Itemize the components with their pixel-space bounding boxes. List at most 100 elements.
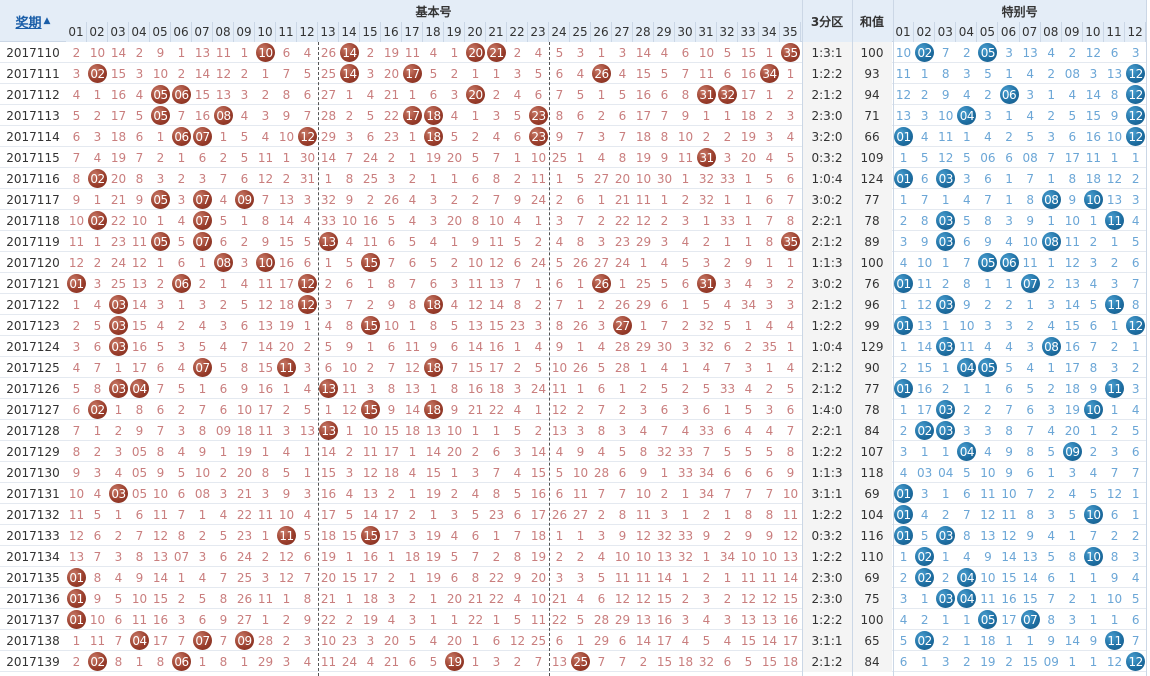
issue-number[interactable]: 2017136 xyxy=(0,588,66,609)
issue-number[interactable]: 2017121 xyxy=(0,273,66,294)
issue-sort-header[interactable]: 奖期 ▲ xyxy=(0,0,66,42)
basic-omission-count: 9 xyxy=(345,339,354,354)
basic-omission-count: 6 xyxy=(177,255,186,270)
basic-omission-count: 14 xyxy=(782,570,799,585)
issue-number[interactable]: 2017138 xyxy=(0,630,66,651)
basic-omission-count: 2 xyxy=(387,486,396,501)
basic-omission-count: 16 xyxy=(362,549,379,564)
basic-omission-count: 17 xyxy=(320,507,337,522)
issue-number[interactable]: 2017139 xyxy=(0,651,66,672)
basic-omission-count: 8 xyxy=(135,171,144,186)
issue-number[interactable]: 2017125 xyxy=(0,357,66,378)
basic-number-hit: 03 xyxy=(108,294,129,315)
special-omission-count: 13 xyxy=(1106,66,1123,81)
special-number-hit: 04 xyxy=(956,441,977,462)
issue-number[interactable]: 2017110 xyxy=(0,42,66,63)
basic-omission-count: 8 xyxy=(513,549,522,564)
issue-number[interactable]: 2017128 xyxy=(0,420,66,441)
basic-omission-count: 15 xyxy=(320,465,337,480)
issue-number[interactable]: 2017129 xyxy=(0,441,66,462)
basic-omission-count: 1 xyxy=(93,423,102,438)
special-omission-count: 13 xyxy=(980,528,996,543)
issue-number[interactable]: 2017116 xyxy=(0,168,66,189)
issue-number[interactable]: 2017118 xyxy=(0,210,66,231)
basic-omission-count: 8 xyxy=(219,591,228,606)
basic-omission-count: 5 xyxy=(555,45,564,60)
basic-omission-count: 7 xyxy=(345,297,354,312)
basic-number-header: 05 xyxy=(150,22,171,42)
basic-omission-count: 6 xyxy=(534,87,543,102)
basic-omission-count: 1 xyxy=(723,570,732,585)
special-number-hit: 02 xyxy=(914,42,935,63)
special-number-header: 12 xyxy=(1125,22,1147,42)
sort-ascending-icon[interactable]: ▲ xyxy=(44,16,51,26)
basic-omission-count: 15 xyxy=(341,570,358,585)
issue-number[interactable]: 2017123 xyxy=(0,315,66,336)
basic-omission-count: 8 xyxy=(156,444,165,459)
issue-header-label[interactable]: 奖期 xyxy=(16,12,42,31)
issue-number[interactable]: 2017133 xyxy=(0,525,66,546)
special-omission-count: 3 xyxy=(920,108,929,123)
issue-number[interactable]: 2017111 xyxy=(0,63,66,84)
basic-number-hit: 05 xyxy=(150,231,171,252)
issue-number[interactable]: 2017115 xyxy=(0,147,66,168)
special-omission-count: 1 xyxy=(963,633,971,648)
special-omission-count: 2 xyxy=(1047,66,1056,81)
basic-omission-count: 11 xyxy=(635,192,652,207)
blue-ball: 01 xyxy=(894,526,914,545)
basic-omission-count: 33 xyxy=(719,381,736,396)
issue-number[interactable]: 2017135 xyxy=(0,567,66,588)
basic-omission-count: 7 xyxy=(618,654,627,669)
issue-number[interactable]: 2017137 xyxy=(0,609,66,630)
issue-number[interactable]: 2017119 xyxy=(0,231,66,252)
column-separator xyxy=(802,0,803,676)
basic-omission-count: 12 xyxy=(635,591,652,606)
basic-omission-count: 3 xyxy=(555,570,564,585)
basic-omission-count: 9 xyxy=(450,402,459,417)
issue-number[interactable]: 2017127 xyxy=(0,399,66,420)
issue-number[interactable]: 2017113 xyxy=(0,105,66,126)
issue-number[interactable]: 2017131 xyxy=(0,483,66,504)
issue-number[interactable]: 2017126 xyxy=(0,378,66,399)
special-omission-count: 9 xyxy=(1068,192,1077,207)
issue-number[interactable]: 2017122 xyxy=(0,294,66,315)
issue-number[interactable]: 2017120 xyxy=(0,252,66,273)
basic-omission-count: 17 xyxy=(656,633,673,648)
basic-omission-count: 4 xyxy=(471,486,480,501)
basic-omission-count: 7 xyxy=(177,507,186,522)
issue-number[interactable]: 2017134 xyxy=(0,546,66,567)
special-omission-count: 7 xyxy=(1110,465,1119,480)
special-number-hit: 10 xyxy=(1083,189,1104,210)
special-omission-count: 13 xyxy=(1022,45,1038,60)
basic-omission-count: 16 xyxy=(194,108,211,123)
basic-omission-count: 9 xyxy=(765,528,774,543)
basic-omission-count: 8 xyxy=(387,276,396,291)
basic-number-hit: 23 xyxy=(528,126,549,147)
basic-omission-count: 3 xyxy=(303,633,312,648)
issue-number[interactable]: 2017130 xyxy=(0,462,66,483)
special-omission-count: 7 xyxy=(941,45,950,60)
basic-omission-count: 2 xyxy=(597,297,606,312)
basic-omission-count: 3 xyxy=(723,150,732,165)
issue-number[interactable]: 2017112 xyxy=(0,84,66,105)
basic-omission-count: 4 xyxy=(513,591,522,606)
basic-omission-count: 2 xyxy=(282,612,291,627)
basic-number-hit: 06 xyxy=(171,126,192,147)
basic-omission-count: 1 xyxy=(744,318,753,333)
issue-number[interactable]: 2017114 xyxy=(0,126,66,147)
basic-omission-count: 4 xyxy=(345,234,354,249)
blue-ball: 04 xyxy=(957,358,977,377)
red-ball: 12 xyxy=(298,127,317,146)
basic-omission-count: 2 xyxy=(366,297,375,312)
issue-number[interactable]: 2017132 xyxy=(0,504,66,525)
special-omission-count: 11 xyxy=(895,66,912,81)
special-number-hit: 03 xyxy=(935,231,956,252)
issue-number[interactable]: 2017124 xyxy=(0,336,66,357)
issue-number[interactable]: 2017117 xyxy=(0,189,66,210)
basic-omission-count: 1 xyxy=(471,66,480,81)
basic-omission-count: 14 xyxy=(257,339,274,354)
basic-number-hit: 13 xyxy=(318,378,339,399)
basic-omission-count: 7 xyxy=(114,633,123,648)
basic-omission-count: 35 xyxy=(761,339,778,354)
basic-omission-count: 1 xyxy=(492,66,501,81)
